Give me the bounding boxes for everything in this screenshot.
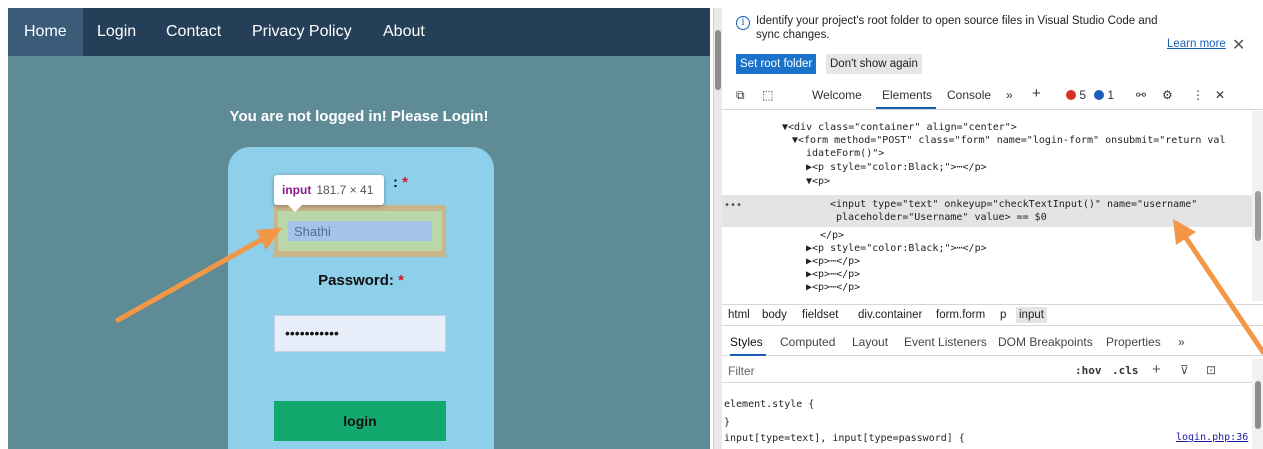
add-tab-icon[interactable]: + [1032, 85, 1041, 102]
messages-badge[interactable]: 1 [1094, 88, 1114, 102]
dom-line[interactable]: ▼<div class="container" align="center"> [782, 121, 1017, 134]
dom-line[interactable]: ▼<form method="POST" class="form" name="… [792, 134, 1225, 147]
dom-line[interactable]: idateForm()"> [806, 147, 884, 160]
tab-styles[interactable]: Styles [730, 335, 763, 349]
nav-home[interactable]: Home [8, 8, 83, 56]
tab-event-listeners[interactable]: Event Listeners [904, 335, 987, 349]
breadcrumb-fieldset[interactable]: fieldset [802, 309, 838, 321]
login-notice: You are not logged in! Please Login! [229, 108, 489, 125]
styles-scrollbar[interactable] [1252, 359, 1263, 449]
password-input[interactable]: ••••••••••• [274, 315, 446, 352]
password-label: Password: * [318, 272, 404, 289]
nav-privacy-policy[interactable]: Privacy Policy [236, 8, 368, 56]
styles-subtabs: Styles Computed Layout Event Listeners D… [722, 326, 1263, 356]
infobar-message: Identify your project's root folder to o… [756, 15, 1158, 41]
set-root-folder-button[interactable]: Set root folder [736, 54, 817, 74]
dom-line[interactable]: ▶<p>⋯</p> [806, 268, 860, 281]
dont-show-again-button[interactable]: Don't show again [826, 54, 922, 74]
styles-pane: element.style { } input[type=text], inpu… [722, 384, 1252, 449]
inspect-tooltip: input 181.7 × 41 [274, 175, 384, 212]
more-tabs-icon[interactable]: » [1006, 88, 1013, 102]
dom-line-selected[interactable]: <input type="text" onkeyup="checkTextInp… [830, 198, 1197, 211]
gear-icon[interactable]: ⚙ [1162, 88, 1173, 102]
tab-dom-breakpoints[interactable]: DOM Breakpoints [998, 335, 1093, 349]
nav-contact[interactable]: Contact [150, 8, 237, 56]
page-scrollbar[interactable] [714, 8, 722, 449]
device-toolbar-icon[interactable]: ⧉ [736, 88, 745, 103]
learn-more-link[interactable]: Learn more [1167, 38, 1226, 50]
dom-line[interactable]: </p> [820, 229, 844, 242]
breadcrumb-html[interactable]: html [728, 309, 750, 321]
tab-elements[interactable]: Elements [882, 88, 932, 102]
element-highlight-overlay [274, 205, 446, 257]
dom-line[interactable]: ▶<p style="color:Black;">⋯</p> [806, 242, 987, 255]
nav-login[interactable]: Login [81, 8, 152, 56]
more-options-icon[interactable]: ⋮ [1192, 88, 1204, 102]
top-navigation: Home Login Contact Privacy Policy About [8, 8, 710, 56]
info-icon: i [736, 16, 750, 30]
web-page: Home Login Contact Privacy Policy About … [8, 8, 710, 449]
tab-layout[interactable]: Layout [852, 335, 888, 349]
dom-line-selected[interactable]: placeholder="Username" value> == $0 [836, 211, 1047, 224]
breadcrumb: html body fieldset div.container form.fo… [722, 304, 1263, 326]
style-rule[interactable]: element.style { [724, 398, 814, 411]
tab-console[interactable]: Console [947, 88, 991, 102]
tab-welcome[interactable]: Welcome [812, 88, 862, 102]
username-input[interactable] [288, 221, 432, 241]
errors-badge[interactable]: 5 [1066, 88, 1086, 102]
breadcrumb-form-form[interactable]: form.form [936, 309, 985, 321]
required-mark: * [398, 272, 404, 289]
paint-icon[interactable]: ⊽ [1180, 363, 1189, 377]
breadcrumb-p[interactable]: p [1000, 309, 1006, 321]
inspect-icon[interactable]: ⬚ [762, 88, 773, 102]
hov-toggle[interactable]: :hov [1075, 364, 1102, 377]
breadcrumb-body[interactable]: body [762, 309, 787, 321]
tab-computed[interactable]: Computed [780, 335, 835, 349]
infobar: i Identify your project's root folder to… [722, 8, 1263, 76]
dom-tree-scrollbar[interactable] [1252, 111, 1263, 301]
new-rule-icon[interactable]: + [1152, 361, 1161, 378]
dom-tree: ▼<div class="container" align="center"> … [722, 111, 1252, 301]
breadcrumb-div-container[interactable]: div.container [858, 309, 922, 321]
style-rule-close: } [724, 417, 731, 428]
dom-line[interactable]: ▶<p>⋯</p> [806, 255, 860, 268]
source-link[interactable]: login.php:36 [1176, 432, 1248, 443]
username-label: : * [393, 174, 409, 191]
nav-about[interactable]: About [367, 8, 441, 56]
tooltip-size: 181.7 × 41 [316, 183, 374, 197]
dom-line[interactable]: ▶<p style="color:Black;">⋯</p> [806, 161, 987, 174]
close-icon[interactable]: ✕ [1232, 35, 1245, 55]
dom-line[interactable]: ▼<p> [806, 175, 830, 188]
sidebar-toggle-icon[interactable]: ⊡ [1206, 363, 1216, 377]
devtools-toolbar: ⧉ ⬚ Welcome Elements Console » + 5 1 ⚯ ⚙… [722, 82, 1263, 110]
cls-toggle[interactable]: .cls [1112, 364, 1139, 377]
styles-filter-bar: Filter :hov .cls + ⊽ ⊡ [722, 359, 1252, 383]
close-devtools-icon[interactable]: ✕ [1215, 88, 1225, 102]
required-mark: * [402, 174, 409, 191]
styles-filter-input[interactable]: Filter [728, 364, 755, 378]
node-menu-icon[interactable]: ••• [724, 199, 742, 212]
dom-line[interactable]: ▶<p>⋯</p> [806, 281, 860, 294]
login-button[interactable]: login [274, 401, 446, 441]
tab-properties[interactable]: Properties [1106, 335, 1161, 349]
more-subtabs-icon[interactable]: » [1178, 335, 1185, 349]
devtools-panel: i Identify your project's root folder to… [713, 8, 1263, 449]
style-rule[interactable]: input[type=text], input[type=password] { [724, 432, 965, 445]
tooltip-tag: input [282, 183, 312, 197]
share-icon[interactable]: ⚯ [1136, 88, 1146, 102]
breadcrumb-input[interactable]: input [1016, 307, 1047, 323]
